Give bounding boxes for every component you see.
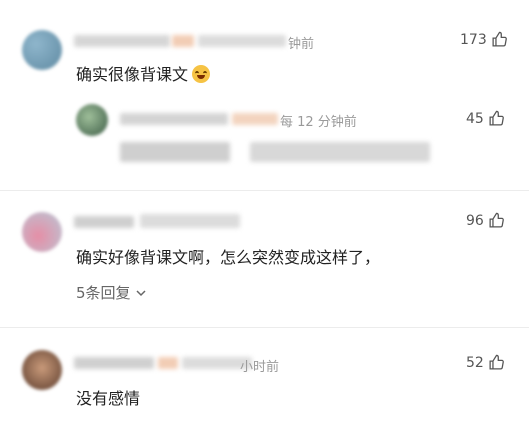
username-blur [140, 214, 240, 228]
like-count: 52 [466, 354, 484, 371]
reply-username-accent [232, 113, 278, 125]
username-blur [198, 35, 286, 47]
reply-like-button[interactable]: 45 [466, 110, 505, 127]
thumbs-up-icon [489, 212, 504, 228]
like-count: 96 [466, 212, 484, 229]
reply-username[interactable] [120, 113, 228, 125]
comment-time: 小时前 [240, 360, 280, 375]
comment-text: 确实好像背课文啊，怎么突然变成这样了， [76, 248, 381, 267]
username[interactable] [74, 35, 170, 47]
replies-count-label: 5条回复 [76, 284, 131, 302]
comment-text: 确实很像背课文 [76, 61, 211, 85]
reply-text-blurred-2 [250, 142, 430, 162]
view-replies-button[interactable]: 5条回复 [76, 282, 147, 303]
thumbs-up-icon [489, 110, 504, 126]
like-count: 173 [460, 31, 487, 48]
thumbs-up-icon [492, 31, 507, 47]
reply-like-count: 45 [466, 110, 484, 127]
chevron-down-icon [136, 289, 146, 296]
username[interactable] [74, 357, 154, 369]
reply-time: 每 12 分钟前 [280, 115, 357, 130]
reply-avatar[interactable] [76, 104, 108, 136]
avatar[interactable] [22, 30, 62, 70]
divider [0, 327, 529, 328]
avatar[interactable] [22, 350, 62, 390]
comment-text-content: 确实很像背课文 [76, 65, 189, 84]
like-button[interactable]: 173 [460, 31, 508, 48]
like-button[interactable]: 96 [466, 212, 505, 229]
thumbs-up-icon [489, 354, 504, 370]
username[interactable] [74, 216, 134, 228]
like-button[interactable]: 52 [466, 354, 505, 371]
username-accent [158, 357, 178, 369]
divider [0, 190, 529, 191]
comment-text: 没有感情 [76, 389, 141, 408]
avatar[interactable] [22, 212, 62, 252]
reply-text-blurred [120, 142, 230, 162]
comment-time: 钟前 [288, 37, 315, 52]
laughing-tears-emoji-icon [192, 65, 211, 83]
username-blur-accent [172, 35, 194, 47]
